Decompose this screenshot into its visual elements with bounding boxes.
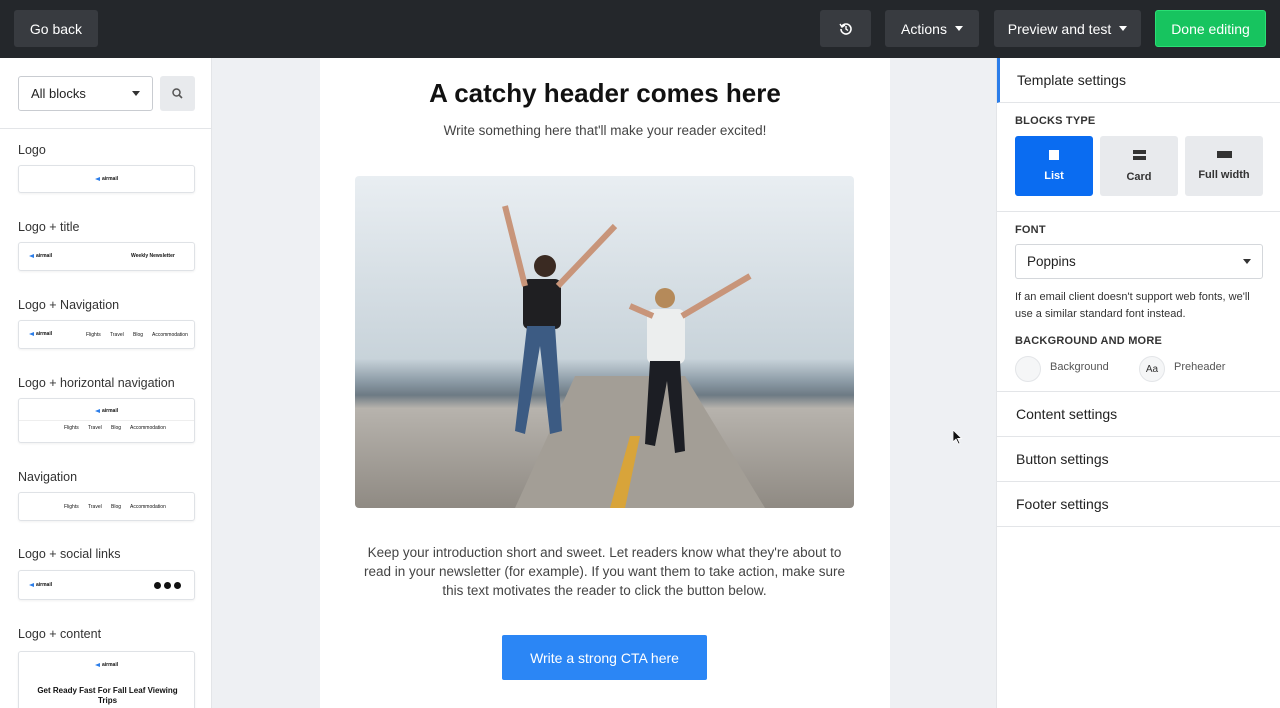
top-bar: Go back Actions Preview and test Done ed… (0, 0, 1280, 58)
search-button[interactable] (160, 76, 195, 111)
card-block-icon (1132, 149, 1146, 160)
blocks-filter-select[interactable]: All blocks (18, 76, 153, 111)
block-type-label: Full width (1198, 169, 1250, 181)
block-label: Logo + social links (18, 547, 121, 561)
instagram-icon (174, 582, 181, 589)
mini-logo: airmail (29, 331, 52, 337)
preheader-icon: Aa (1145, 363, 1159, 375)
facebook-icon (154, 582, 161, 589)
block-type-label: List (1044, 170, 1064, 182)
blocks-filter-bar: All blocks (0, 58, 211, 129)
divider (997, 211, 1280, 212)
mini-nav-item: Flights (64, 504, 79, 510)
block-logo-navigation[interactable]: airmail Flights Travel Blog Accommodatio… (18, 320, 195, 349)
mini-nav-item: Accommodation (130, 425, 166, 431)
background-label-text[interactable]: Background (1050, 361, 1109, 373)
go-back-button[interactable]: Go back (14, 10, 98, 47)
email-body-text[interactable]: Keep your introduction short and sweet. … (355, 543, 854, 600)
button-settings-header[interactable]: Button settings (997, 437, 1280, 482)
block-type-card-button[interactable]: Card (1100, 136, 1178, 196)
actions-label: Actions (901, 20, 947, 37)
block-navigation[interactable]: Flights Travel Blog Accommodation (18, 492, 195, 521)
email-preview: A catchy header comes here Write somethi… (320, 58, 890, 708)
mini-nav-item: Travel (88, 425, 102, 431)
twitter-icon (164, 582, 171, 589)
mini-content-title: Get Ready Fast For Fall Leaf Viewing Tri… (37, 686, 178, 705)
list-block-icon (1049, 150, 1059, 160)
chevron-down-icon (1119, 26, 1128, 31)
mini-nav-item: Flights (64, 425, 79, 431)
footer-settings-header[interactable]: Footer settings (997, 482, 1280, 527)
settings-panel: Template settings BLOCKS TYPE List Card … (996, 58, 1280, 708)
block-logo-horizontal-navigation[interactable]: airmail Flights Travel Blog Accommodatio… (18, 398, 195, 443)
divider (19, 420, 194, 421)
mini-logo: airmail (29, 253, 52, 259)
font-label: FONT (1015, 224, 1046, 236)
search-icon (172, 88, 183, 99)
full-width-block-icon (1216, 151, 1232, 158)
footer-settings-label: Footer settings (1016, 496, 1109, 512)
hero-image[interactable] (355, 176, 854, 508)
block-label: Logo + content (18, 627, 102, 641)
block-label: Logo + horizontal navigation (18, 376, 175, 390)
email-heading[interactable]: A catchy header comes here (320, 78, 890, 109)
cta-button[interactable]: Write a strong CTA here (502, 635, 707, 680)
blocks-type-label: BLOCKS TYPE (1015, 115, 1096, 127)
mini-nav-item: Travel (88, 504, 102, 510)
go-back-label: Go back (29, 20, 83, 37)
blocks-filter-value: All blocks (31, 86, 86, 101)
preheader-swatch[interactable]: Aa (1139, 356, 1165, 382)
template-settings-header[interactable]: Template settings (997, 58, 1280, 103)
block-logo-title[interactable]: airmail Weekly Newsletter (18, 242, 195, 271)
mini-logo: airmail (29, 582, 52, 588)
block-type-list-button[interactable]: List (1015, 136, 1093, 196)
mini-nav-item: Flights (86, 332, 101, 338)
font-select[interactable]: Poppins (1015, 244, 1263, 279)
mini-nav-item: Blog (111, 425, 122, 431)
mouse-cursor-icon (953, 430, 963, 445)
done-editing-button[interactable]: Done editing (1155, 10, 1266, 47)
preview-and-test-dropdown[interactable]: Preview and test (994, 10, 1141, 47)
mini-logo: airmail (95, 662, 118, 668)
mini-logo: airmail (95, 408, 118, 414)
history-button[interactable] (820, 10, 871, 47)
blocks-panel: All blocks Logo airmail Logo + title air… (0, 58, 212, 708)
mini-nav-item: Travel (110, 332, 124, 338)
font-help-text: If an email client doesn't support web f… (1015, 291, 1250, 320)
chevron-down-icon (132, 91, 140, 96)
email-canvas: A catchy header comes here Write somethi… (213, 58, 996, 708)
mini-nav-item: Accommodation (152, 332, 188, 338)
done-label: Done editing (1171, 20, 1250, 37)
preheader-label[interactable]: Preheader (1174, 361, 1225, 373)
mini-logo: airmail (95, 176, 118, 182)
mini-nav-item: Blog (133, 332, 144, 338)
template-settings-label: Template settings (1017, 72, 1126, 88)
block-logo-social-links[interactable]: airmail (18, 570, 195, 600)
content-settings-header[interactable]: Content settings (997, 392, 1280, 437)
hero-photo (355, 176, 854, 508)
background-label: BACKGROUND AND MORE (1015, 335, 1162, 347)
actions-dropdown[interactable]: Actions (885, 10, 979, 47)
block-label: Logo + Navigation (18, 298, 120, 312)
block-label: Logo (18, 143, 46, 157)
history-icon (838, 22, 852, 35)
mini-nav-item: Accommodation (130, 504, 166, 510)
block-logo[interactable]: airmail (18, 165, 195, 193)
email-subheading[interactable]: Write something here that'll make your r… (320, 123, 890, 138)
block-label: Logo + title (18, 220, 80, 234)
mini-nav-item: Blog (111, 504, 122, 510)
background-color-swatch[interactable] (1015, 356, 1041, 382)
chevron-down-icon (1243, 259, 1251, 264)
font-select-value: Poppins (1027, 254, 1076, 269)
button-settings-label: Button settings (1016, 451, 1109, 467)
content-settings-label: Content settings (1016, 406, 1118, 422)
chevron-down-icon (954, 26, 963, 31)
block-label: Navigation (18, 470, 78, 484)
mini-title: Weekly Newsletter (131, 253, 175, 259)
block-type-full-width-button[interactable]: Full width (1185, 136, 1263, 196)
block-type-label: Card (1126, 170, 1152, 183)
block-logo-content[interactable]: airmail Get Ready Fast For Fall Leaf Vie… (18, 651, 195, 708)
preview-label: Preview and test (1007, 20, 1112, 37)
